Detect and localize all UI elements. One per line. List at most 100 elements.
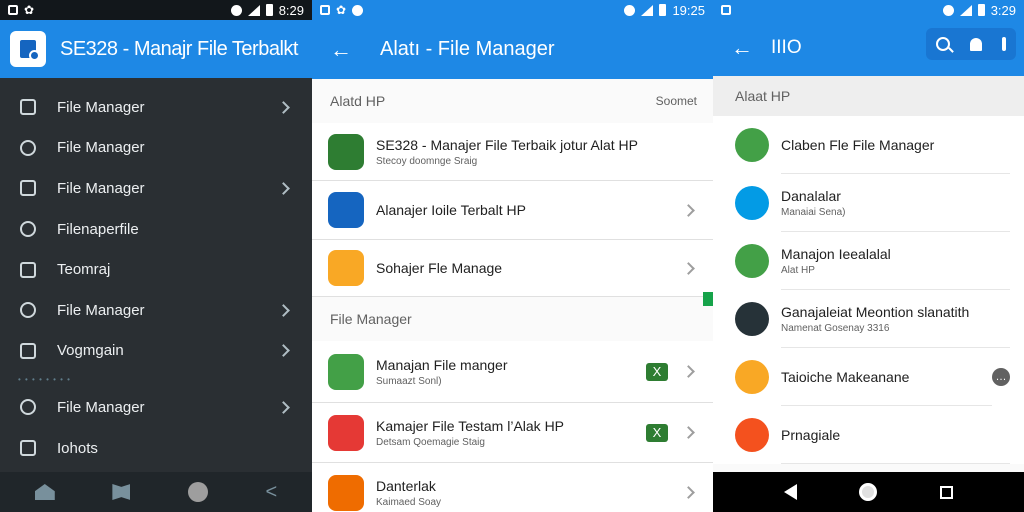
alarm-icon bbox=[942, 4, 954, 16]
item-title: Danalalar bbox=[781, 187, 841, 204]
app-bar: ← IIIO bbox=[713, 20, 1024, 76]
alarm-icon bbox=[624, 4, 636, 16]
refresh-icon bbox=[18, 260, 38, 280]
drawer-item-label: File Manager bbox=[57, 139, 145, 157]
item-title: Ganajaleiat Meontion slanatith bbox=[781, 303, 970, 320]
list-item[interactable]: Alanajer Ioile Terbalt HP bbox=[312, 181, 713, 240]
back-arrow-icon[interactable]: ← bbox=[731, 35, 753, 61]
settings-icon bbox=[18, 438, 38, 458]
list-item[interactable]: Prnagiale bbox=[713, 406, 1024, 464]
see-more-link[interactable]: Soomet bbox=[656, 94, 697, 108]
drawer-item[interactable]: File Manager bbox=[0, 387, 312, 428]
section-title: Alaat HP bbox=[735, 88, 791, 104]
list-item[interactable]: SE328 - Manajer File Terbaik jotur Alat … bbox=[312, 123, 713, 181]
game-app-icon bbox=[328, 133, 364, 170]
drawer-item[interactable]: File Manager bbox=[0, 87, 312, 128]
status-badge[interactable]: X bbox=[646, 423, 668, 442]
gallery-icon bbox=[8, 5, 18, 15]
sync-icon: ✿ bbox=[336, 3, 347, 17]
chevron-right-icon bbox=[277, 303, 290, 317]
item-title: Manajan File manger bbox=[376, 356, 508, 373]
drawer-item[interactable]: Iohots bbox=[0, 428, 312, 469]
drawer-item-label: File Manager bbox=[57, 398, 145, 416]
app-bar: ← Alatı - File Manager bbox=[312, 20, 713, 79]
chevron-right-icon bbox=[682, 365, 695, 378]
category-screen: 3:29 ← IIIO Alaat HP Claben Fle File Man… bbox=[713, 0, 1024, 512]
mic-icon[interactable] bbox=[1002, 37, 1006, 51]
bell-icon[interactable] bbox=[970, 37, 982, 51]
back-arrow-icon[interactable]: ← bbox=[330, 37, 352, 63]
status-time: 8:29 bbox=[278, 2, 304, 18]
scroll-indicator bbox=[703, 292, 713, 306]
list-item[interactable]: Kamajer File Testam l’Alak HP Detsam Qoem… bbox=[312, 403, 713, 463]
compass-icon bbox=[18, 138, 38, 158]
item-title: Sohajer Fle Manage bbox=[376, 260, 503, 276]
item-subtitle: Alat HP bbox=[781, 264, 815, 276]
chevron-right-icon bbox=[277, 100, 290, 114]
bookmark-icon[interactable] bbox=[112, 484, 131, 500]
share-icon[interactable]: < bbox=[266, 481, 278, 504]
drawer-list: File Manager File Manager File Manager File… bbox=[0, 78, 312, 468]
action-group bbox=[926, 28, 1016, 60]
status-bar: 3:29 bbox=[713, 0, 1024, 20]
drawer-item[interactable]: Filenaperfile bbox=[0, 209, 312, 250]
battery-icon bbox=[659, 4, 667, 16]
item-title: Manajon Ieealalal bbox=[781, 245, 891, 262]
nav-home-icon[interactable] bbox=[859, 483, 878, 501]
drawer-item[interactable]: File Manager bbox=[0, 168, 312, 209]
photo-app-icon bbox=[328, 192, 364, 228]
signal-icon bbox=[641, 4, 654, 16]
drawer-item[interactable]: File Manager bbox=[0, 128, 312, 169]
alarm-icon bbox=[230, 4, 242, 16]
battery-icon bbox=[265, 4, 273, 16]
status-time: 3:29 bbox=[990, 2, 1016, 18]
status-badge[interactable]: X bbox=[646, 362, 668, 381]
star-app-icon bbox=[735, 360, 769, 394]
chevron-right-icon bbox=[682, 261, 695, 275]
manager-app-icon bbox=[328, 353, 364, 390]
clipboard-app-icon bbox=[735, 128, 769, 162]
drawer-item[interactable]: Vogmgain bbox=[0, 331, 312, 372]
drawer-item[interactable]: File Manager bbox=[0, 290, 312, 331]
app-logo bbox=[10, 31, 46, 67]
list-item[interactable]: Danalalar Manaiai Sena) bbox=[713, 174, 1024, 232]
section-header: File Manager bbox=[312, 297, 713, 341]
section-header: Alaat HP bbox=[713, 76, 1024, 116]
search-icon[interactable] bbox=[936, 37, 950, 51]
more-button[interactable]: … bbox=[992, 368, 1010, 386]
page-title: Alatı - File Manager bbox=[380, 38, 555, 60]
drawer-item-label: File Manager bbox=[57, 301, 145, 319]
list-item[interactable]: Manajan File manger Sumaazt Sonl) X bbox=[312, 341, 713, 403]
chevron-right-icon bbox=[277, 344, 290, 358]
sync-icon: ✿ bbox=[24, 3, 35, 17]
item-subtitle: Kaimaed Soay bbox=[376, 496, 442, 508]
nav-back-icon[interactable] bbox=[784, 484, 798, 500]
list-item[interactable]: Ganajaleiat Meontion slanatith Namenat Go… bbox=[713, 290, 1024, 348]
list-item[interactable]: Danterlak Kaimaed Soay bbox=[312, 463, 713, 512]
list-item[interactable]: Claben Fle File Manager bbox=[713, 116, 1024, 174]
drawer-item[interactable]: Teomraj bbox=[0, 249, 312, 290]
section-divider: • • • • • • • • bbox=[18, 375, 71, 385]
drawer-item-label: File Manager bbox=[57, 98, 145, 116]
folder-app-icon bbox=[328, 250, 364, 286]
gear-app-icon bbox=[328, 414, 364, 451]
edit-icon bbox=[18, 97, 38, 117]
list-item[interactable]: Manajon Ieealalal Alat HP bbox=[713, 232, 1024, 290]
drawer-item-label: Vogmgain bbox=[57, 342, 124, 360]
briefcase-icon bbox=[18, 397, 38, 417]
chevron-right-icon bbox=[682, 486, 695, 499]
list-item[interactable]: Taioiche Makeanane … bbox=[713, 348, 1024, 406]
home-icon[interactable] bbox=[34, 484, 55, 500]
chat-app-icon bbox=[735, 244, 769, 278]
list-item[interactable]: Sohajer Fle Manage bbox=[312, 240, 713, 297]
list-screen: ✿ 19:25 ← Alatı - File Manager Alatd HP … bbox=[312, 0, 713, 512]
nav-recents-icon[interactable] bbox=[939, 485, 953, 499]
system-nav-bar bbox=[713, 472, 1024, 512]
gallery-icon bbox=[320, 5, 330, 15]
item-title: Taioiche Makeanane bbox=[781, 368, 910, 385]
list-group: Manajan File manger Sumaazt Sonl) X Kamajer… bbox=[312, 341, 713, 512]
item-subtitle: Detsam Qoemagie Staig bbox=[376, 436, 485, 448]
drawer-item-label: File Manager bbox=[57, 179, 145, 197]
circle-icon[interactable] bbox=[187, 482, 208, 502]
drawer-item-label: Teomraj bbox=[57, 261, 111, 279]
